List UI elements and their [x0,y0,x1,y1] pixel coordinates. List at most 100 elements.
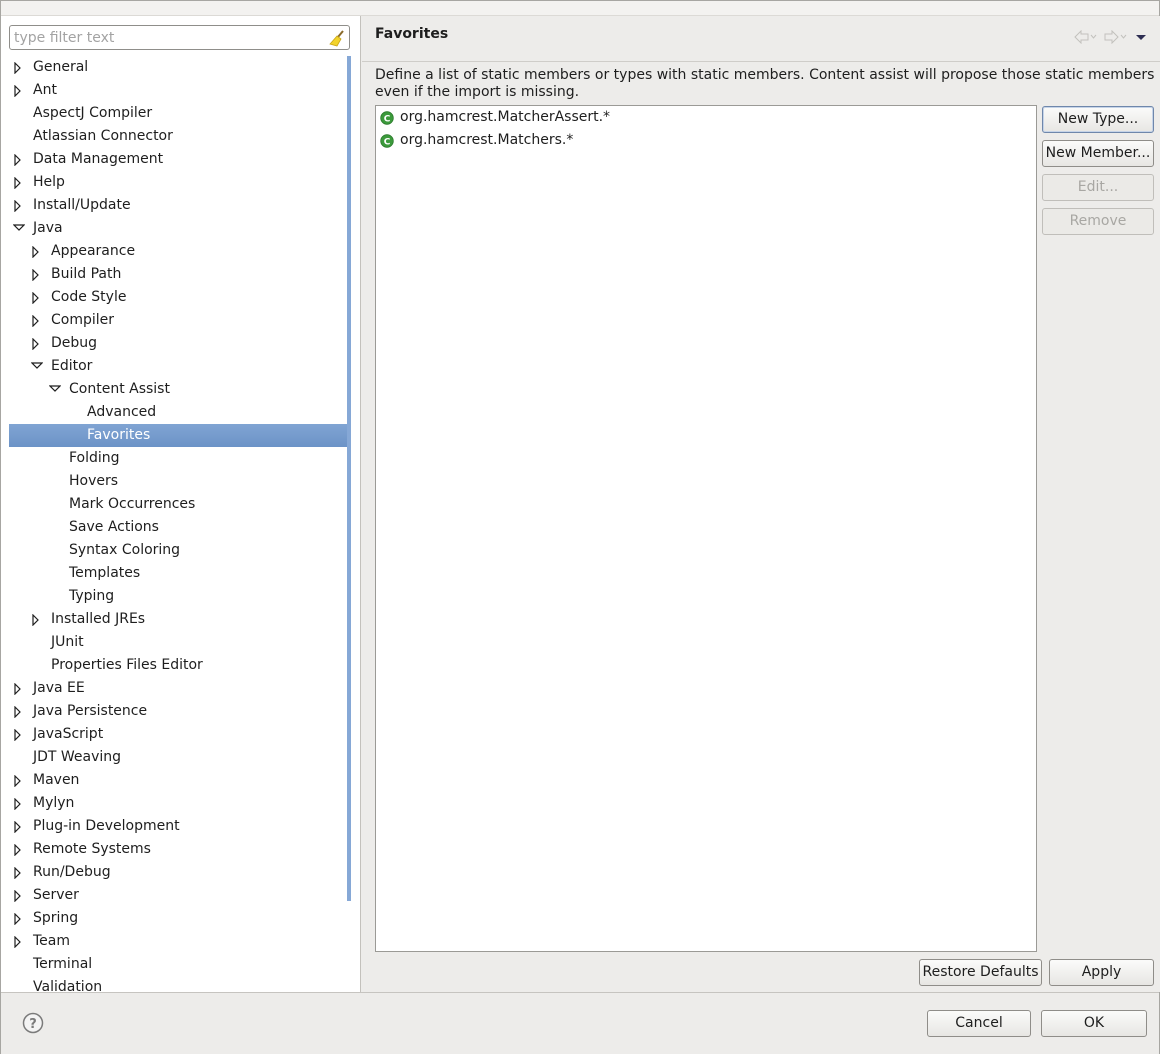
title-separator [362,61,1160,62]
forward-arrow-icon[interactable] [1104,29,1128,48]
help-icon[interactable]: ? [22,1012,44,1034]
tree-item-syntax-coloring[interactable]: Syntax Coloring [9,539,349,562]
tree-item-javascript[interactable]: JavaScript [9,723,349,746]
collapsed-twisty-icon[interactable] [31,263,43,286]
favorites-list[interactable]: Corg.hamcrest.MatcherAssert.* Corg.hamcre… [375,105,1037,952]
expanded-twisty-icon[interactable] [13,217,25,240]
class-icon: C [380,110,394,125]
dialog-button-bar: ? Cancel OK [1,992,1159,1054]
tree-item-remote-systems[interactable]: Remote Systems [9,838,349,861]
tree-item-templates[interactable]: Templates [9,562,349,585]
tree-item-content-assist[interactable]: Content Assist [9,378,349,401]
collapsed-twisty-icon[interactable] [31,309,43,332]
tree-item-advanced[interactable]: Advanced [9,401,349,424]
tree-item-editor[interactable]: Editor [9,355,349,378]
tree-item-save-actions[interactable]: Save Actions [9,516,349,539]
collapsed-twisty-icon[interactable] [13,79,25,102]
new-member-button[interactable]: New Member... [1042,140,1154,167]
tree-item-mylyn[interactable]: Mylyn [9,792,349,815]
tree-item-atlassian-connector[interactable]: Atlassian Connector [9,125,349,148]
back-arrow-icon[interactable] [1074,29,1098,48]
tree-item-run-debug[interactable]: Run/Debug [9,861,349,884]
collapsed-twisty-icon[interactable] [13,700,25,723]
clear-filter-icon[interactable] [328,29,346,47]
tree-item-typing[interactable]: Typing [9,585,349,608]
tree-item-java-persistence[interactable]: Java Persistence [9,700,349,723]
tree-item-properties-files-editor[interactable]: Properties Files Editor [9,654,349,677]
collapsed-twisty-icon[interactable] [31,332,43,355]
edit-button[interactable]: Edit... [1042,174,1154,201]
collapsed-twisty-icon[interactable] [31,240,43,263]
filter-input[interactable] [14,29,314,46]
tree-item-mark-occurrences[interactable]: Mark Occurrences [9,493,349,516]
tree-item-label: Save Actions [69,519,159,535]
collapsed-twisty-icon[interactable] [13,930,25,953]
title-strip [1,1,1159,16]
tree-item-junit[interactable]: JUnit [9,631,349,654]
expanded-twisty-icon[interactable] [49,378,61,401]
collapsed-twisty-icon[interactable] [31,286,43,309]
new-type-button[interactable]: New Type... [1042,106,1154,133]
tree-item-debug[interactable]: Debug [9,332,349,355]
tree-item-appearance[interactable]: Appearance [9,240,349,263]
collapsed-twisty-icon[interactable] [13,194,25,217]
tree-scrollbar[interactable] [347,56,351,901]
tree-item-label: Java Persistence [33,703,148,719]
tree-item-ant[interactable]: Ant [9,79,349,102]
tree-item-plug-in-development[interactable]: Plug-in Development [9,815,349,838]
tree-item-label: Code Style [51,289,127,305]
tree-item-server[interactable]: Server [9,884,349,907]
collapsed-twisty-icon[interactable] [13,723,25,746]
collapsed-twisty-icon[interactable] [13,792,25,815]
tree-item-jdt-weaving[interactable]: JDT Weaving [9,746,349,769]
tree-item-general[interactable]: General [9,56,349,79]
tree-item-installed-jres[interactable]: Installed JREs [9,608,349,631]
tree-item-help[interactable]: Help [9,171,349,194]
tree-item-validation[interactable]: Validation [9,976,349,992]
collapsed-twisty-icon[interactable] [31,608,43,631]
collapsed-twisty-icon[interactable] [13,148,25,171]
apply-button[interactable]: Apply [1049,959,1154,986]
tree-item-compiler[interactable]: Compiler [9,309,349,332]
collapsed-twisty-icon[interactable] [13,769,25,792]
collapsed-twisty-icon[interactable] [13,677,25,700]
tree-item-data-management[interactable]: Data Management [9,148,349,171]
tree-item-label: Typing [69,588,115,604]
tree-item-java-ee[interactable]: Java EE [9,677,349,700]
tree-item-maven[interactable]: Maven [9,769,349,792]
tree-item-hovers[interactable]: Hovers [9,470,349,493]
tree-item-label: Properties Files Editor [51,657,203,673]
collapsed-twisty-icon[interactable] [13,171,25,194]
remove-button[interactable]: Remove [1042,208,1154,235]
view-menu-icon[interactable] [1134,30,1148,48]
tree-item-label: Install/Update [33,197,131,213]
tree-item-folding[interactable]: Folding [9,447,349,470]
restore-defaults-button[interactable]: Restore Defaults [919,959,1042,986]
collapsed-twisty-icon[interactable] [13,56,25,79]
tree-item-terminal[interactable]: Terminal [9,953,349,976]
favorite-item[interactable]: Corg.hamcrest.MatcherAssert.* [376,106,1036,129]
tree-item-code-style[interactable]: Code Style [9,286,349,309]
tree-item-label: JDT Weaving [33,749,122,765]
collapsed-twisty-icon[interactable] [13,907,25,930]
tree-item-favorites[interactable]: Favorites [9,424,349,447]
tree-item-spring[interactable]: Spring [9,907,349,930]
tree-item-build-path[interactable]: Build Path [9,263,349,286]
svg-text:C: C [384,114,391,124]
collapsed-twisty-icon[interactable] [13,884,25,907]
tree-item-aspectj-compiler[interactable]: AspectJ Compiler [9,102,349,125]
filter-field[interactable] [9,25,350,50]
cancel-button[interactable]: Cancel [927,1010,1031,1037]
tree-item-label: Run/Debug [33,864,111,880]
collapsed-twisty-icon[interactable] [13,815,25,838]
expanded-twisty-icon[interactable] [31,355,43,378]
tree-item-install-update[interactable]: Install/Update [9,194,349,217]
tree-item-java[interactable]: Java [9,217,349,240]
collapsed-twisty-icon[interactable] [13,838,25,861]
favorite-item[interactable]: Corg.hamcrest.Matchers.* [376,129,1036,152]
tree-item-team[interactable]: Team [9,930,349,953]
collapsed-twisty-icon[interactable] [13,861,25,884]
tree-item-label: Favorites [87,427,151,443]
tree-item-label: Spring [33,910,79,926]
ok-button[interactable]: OK [1041,1010,1147,1037]
